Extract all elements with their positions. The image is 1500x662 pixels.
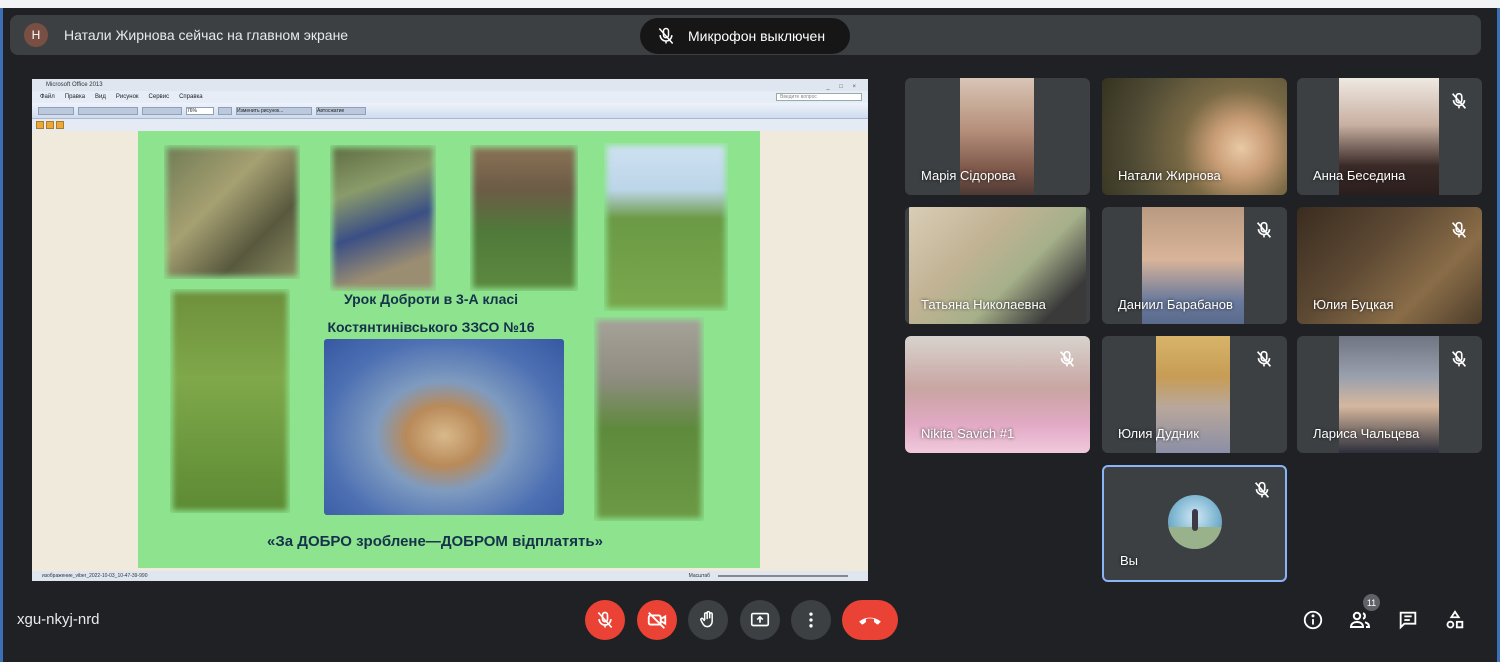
shared-statusbar: изображение_viber_2022-10-03_10-47-39-99… [32, 571, 868, 581]
presenter-avatar: Н [24, 23, 48, 47]
slide-photo [604, 143, 728, 311]
toolbar-item [218, 106, 232, 115]
toolbar-item [142, 106, 182, 115]
shared-search-box: Введите вопрос [776, 93, 862, 101]
menu-picture: Рисунок [115, 94, 139, 100]
slide-photo [330, 145, 436, 291]
slide-heading-line1: Урок Доброти в 3-А класі [343, 291, 519, 307]
participant-name: Nikita Savich #1 [921, 426, 1015, 441]
camera-off-icon [647, 612, 667, 629]
slide-heading-line2: Костянтинівського ЗЗСО №16 [327, 319, 535, 335]
menu-help: Справка [179, 94, 203, 100]
mic-off-icon [1451, 350, 1467, 367]
shared-toolbar: 76% Изменить рисунок... Автосжатие [32, 103, 868, 119]
participant-tile[interactable]: Лариса Чальцева [1297, 336, 1482, 453]
present-button[interactable] [740, 600, 780, 640]
end-call-icon [859, 617, 881, 625]
mic-off-icon [1451, 221, 1467, 238]
mic-off-icon [1256, 221, 1272, 238]
participant-tile[interactable]: Юлия Буцкая [1297, 207, 1482, 324]
chat-button[interactable] [1396, 608, 1420, 632]
meeting-code: xgu-nkyj-nrd [17, 611, 100, 628]
end-call-button[interactable] [842, 600, 898, 640]
camera-toggle-button[interactable] [637, 600, 677, 640]
chat-icon [1399, 611, 1417, 630]
mic-off-icon [658, 27, 674, 44]
mic-off-toast: Микрофон выключен [640, 18, 850, 54]
menu-file: Файл [40, 94, 55, 100]
slide-painting [324, 339, 564, 515]
toolbar-icon [46, 121, 54, 129]
raise-hand-button[interactable] [688, 600, 728, 640]
participant-tile[interactable]: Nikita Savich #1 [905, 336, 1090, 453]
participant-name: Татьяна Николаевна [921, 297, 1046, 312]
participant-tile[interactable]: Даниил Барабанов [1102, 207, 1287, 324]
browser-top-strip [0, 0, 1500, 8]
activities-button[interactable] [1443, 608, 1467, 632]
participant-tile[interactable]: Марія Сідорова [905, 78, 1090, 195]
shared-screen: Microsoft Office 2013 _ □ × Файл Правка … [32, 79, 868, 581]
shared-toolbar-secondary [32, 119, 868, 131]
participant-count-badge: 11 [1363, 594, 1380, 611]
raise-hand-icon [700, 610, 713, 628]
participant-name: Натали Жирнова [1118, 168, 1221, 183]
mic-off-icon [597, 611, 613, 629]
mic-off-icon [1256, 350, 1272, 367]
participant-name: Анна Беседина [1313, 168, 1406, 183]
mic-toggle-button[interactable] [585, 600, 625, 640]
present-icon [750, 612, 770, 627]
presenter-banner-text: Натали Жирнова сейчас на главном экране [64, 27, 349, 43]
slide: Урок Доброти в 3-А класі Костянтинівсько… [138, 131, 760, 568]
shared-window-title: Microsoft Office 2013 _ □ × [32, 79, 868, 91]
mic-off-icon [1254, 481, 1270, 498]
shared-window-title-text: Microsoft Office 2013 [46, 82, 103, 88]
status-filename: изображение_viber_2022-10-03_10-47-39-99… [42, 573, 148, 579]
activities-icon [1446, 610, 1464, 629]
toolbar-edit-picture: Изменить рисунок... [236, 106, 312, 115]
participant-name: Лариса Чальцева [1313, 426, 1420, 441]
participant-name: Марія Сідорова [921, 168, 1016, 183]
people-icon [1349, 611, 1371, 628]
shared-menubar: Файл Правка Вид Рисунок Сервис Справка В… [32, 91, 868, 103]
slide-photo [594, 317, 704, 521]
mic-off-toast-text: Микрофон выключен [688, 28, 826, 44]
menu-view: Вид [95, 94, 106, 100]
slide-photo [470, 145, 578, 291]
participant-tile[interactable]: Натали Жирнова [1102, 78, 1287, 195]
zoom-box: 76% [186, 106, 214, 115]
status-zoom-slider [718, 575, 848, 577]
people-button[interactable] [1348, 608, 1372, 632]
info-button[interactable] [1301, 608, 1325, 632]
mic-off-icon [1059, 350, 1075, 367]
menu-tools: Сервис [148, 94, 170, 100]
toolbar-item [78, 106, 138, 115]
participant-name: Даниил Барабанов [1118, 297, 1233, 312]
toolbar-icon [36, 121, 44, 129]
menu-edit: Правка [64, 94, 86, 100]
self-name: Вы [1120, 553, 1139, 568]
slide-caption: «За ДОБРО зроблене—ДОБРОМ відплатять» [267, 533, 603, 550]
mic-off-icon [1451, 92, 1467, 109]
toolbar-autocompress: Автосжатие [316, 106, 366, 115]
status-zoom-label: Масштаб [688, 573, 710, 579]
toolbar-icon [56, 121, 64, 129]
self-tile[interactable]: Вы [1102, 465, 1287, 582]
participant-tile[interactable]: Татьяна Николаевна [905, 207, 1090, 324]
more-options-button[interactable] [791, 600, 831, 640]
info-icon [1303, 610, 1323, 630]
slide-photo [164, 145, 300, 279]
participant-tile[interactable]: Анна Беседина [1297, 78, 1482, 195]
toolbar-item [38, 106, 74, 115]
participant-name: Юлия Буцкая [1313, 297, 1394, 312]
participant-tile[interactable]: Юлия Дудник [1102, 336, 1287, 453]
self-avatar [1168, 495, 1222, 549]
more-icon [809, 612, 813, 628]
participant-name: Юлия Дудник [1118, 426, 1199, 441]
